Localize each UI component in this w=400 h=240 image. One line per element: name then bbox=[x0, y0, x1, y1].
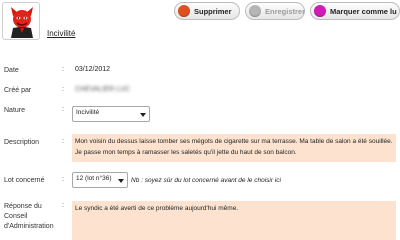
delete-button[interactable]: Supprimer bbox=[174, 2, 240, 20]
lot-colon: : bbox=[62, 176, 64, 183]
mark-as-read-icon bbox=[314, 5, 326, 17]
nature-colon: : bbox=[62, 106, 64, 113]
response-label-line-2: Conseil bbox=[4, 213, 28, 220]
description-colon: : bbox=[62, 138, 64, 145]
lot-select-value: 12 (lot n°36) bbox=[76, 175, 112, 182]
chevron-down-icon bbox=[140, 113, 146, 117]
mark-as-read-button-label: Marquer comme lu bbox=[330, 6, 397, 16]
date-label: Date bbox=[4, 67, 19, 74]
nature-select-value: Incivilité bbox=[76, 109, 100, 116]
nature-select[interactable]: Incivilité bbox=[72, 106, 150, 122]
page-title[interactable]: Incivilité bbox=[47, 29, 75, 38]
date-value: 03/12/2012 bbox=[75, 66, 111, 73]
description-label: Description bbox=[4, 139, 40, 146]
devil-icon bbox=[11, 7, 33, 38]
delete-icon bbox=[178, 5, 190, 17]
avatar bbox=[2, 2, 40, 40]
response-label: Réponse du Conseil d'Administration bbox=[4, 202, 54, 232]
response-label-line-3: d'Administration bbox=[4, 223, 54, 230]
created-by-label: Créé par bbox=[4, 87, 32, 94]
response-label-line-1: Réponse du bbox=[4, 203, 42, 210]
response-colon: : bbox=[62, 202, 64, 209]
lot-select[interactable]: 12 (lot n°36) bbox=[72, 172, 128, 188]
save-button[interactable]: Enregistrer bbox=[245, 2, 305, 20]
chevron-down-icon bbox=[118, 179, 124, 183]
date-colon: : bbox=[62, 66, 64, 73]
response-text: Le syndic a été averti de ce problème au… bbox=[72, 201, 396, 240]
delete-button-label: Supprimer bbox=[194, 6, 232, 16]
created-by-value: CHEVALIER LUC bbox=[75, 86, 131, 93]
nature-label: Nature bbox=[4, 107, 26, 114]
lot-note: Nb : soyez sûr du lot concerné avant de … bbox=[131, 177, 281, 184]
description-text: Mon voisin du dessus laisse tomber ses m… bbox=[72, 134, 396, 162]
created-by-colon: : bbox=[62, 86, 64, 93]
lot-label: Lot concerné bbox=[4, 177, 45, 184]
save-button-label: Enregistrer bbox=[265, 6, 306, 16]
mark-as-read-button[interactable]: Marquer comme lu bbox=[310, 2, 400, 20]
save-icon bbox=[249, 5, 261, 17]
